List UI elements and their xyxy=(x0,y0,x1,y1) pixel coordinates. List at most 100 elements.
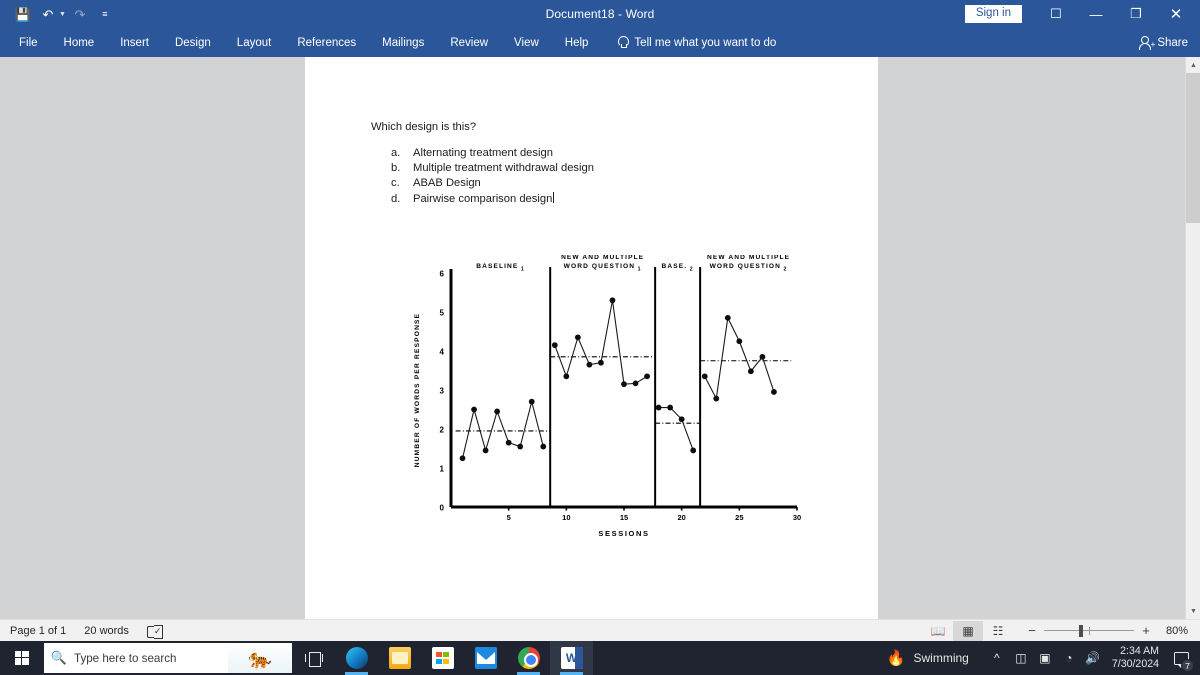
page-indicator[interactable]: Page 1 of 1 xyxy=(10,625,66,637)
scrollbar-thumb[interactable] xyxy=(1186,73,1200,223)
phase-label: NEW AND MULTIPLE xyxy=(707,255,790,261)
read-mode-icon[interactable]: 📖 xyxy=(923,621,953,641)
y-tick-label: 4 xyxy=(440,348,445,357)
text-cursor xyxy=(553,191,555,203)
screen-record-icon[interactable]: ▣ xyxy=(1033,641,1057,675)
ribbon-display-options-icon[interactable]: ☐ xyxy=(1036,0,1076,28)
task-view-icon[interactable] xyxy=(292,641,335,675)
zoom-midpoint-tick xyxy=(1089,626,1090,635)
option-text: Pairwise comparison design xyxy=(413,192,553,205)
tab-view[interactable]: View xyxy=(501,28,552,57)
search-input[interactable]: 🔍 Type here to search 🐅 xyxy=(44,643,292,673)
zoom-in-button[interactable]: + xyxy=(1141,623,1151,638)
close-icon[interactable]: ✕ xyxy=(1156,0,1196,28)
data-point xyxy=(632,380,639,387)
status-left-group: Page 1 of 1 20 words xyxy=(0,624,164,639)
word-icon[interactable]: W xyxy=(550,641,593,675)
search-placeholder: Type here to search xyxy=(74,651,177,665)
data-point xyxy=(517,443,524,450)
answer-options-list: a. Alternating treatment design b. Multi… xyxy=(371,146,851,207)
chart-canvas: 0 1 2 3 4 5 6 5 10 15 20 25 30 SESSIONS NUMBER OF WORD… xyxy=(414,255,801,538)
web-layout-icon[interactable]: ☷ xyxy=(983,621,1013,641)
search-icon: 🔍 xyxy=(50,650,68,665)
tab-help[interactable]: Help xyxy=(552,28,602,57)
clock[interactable]: 2:34 AM 7/30/2024 xyxy=(1105,645,1168,671)
tab-references[interactable]: References xyxy=(284,28,369,57)
data-point xyxy=(644,373,650,380)
word-count[interactable]: 20 words xyxy=(84,625,129,637)
zoom-slider[interactable] xyxy=(1044,624,1134,637)
tab-design[interactable]: Design xyxy=(162,28,224,57)
zoom-out-button[interactable]: − xyxy=(1027,623,1037,638)
word-icon-glyph: W xyxy=(560,647,583,669)
sign-in-button[interactable]: Sign in xyxy=(964,4,1022,24)
share-button[interactable]: + Share xyxy=(1138,28,1188,57)
wifi-icon[interactable]: ◔ xyxy=(1057,641,1081,675)
pen-battery-icon[interactable]: ◫ xyxy=(1009,641,1033,675)
tab-home[interactable]: Home xyxy=(51,28,108,57)
windows-taskbar: 🔍 Type here to search 🐅 W 🔥 Swimming ^ ◫… xyxy=(0,641,1200,675)
data-point xyxy=(724,314,731,321)
data-line xyxy=(554,300,648,385)
x-axis-label: SESSIONS xyxy=(598,529,649,538)
scroll-down-icon[interactable]: ▼ xyxy=(1186,603,1200,619)
clock-date: 7/30/2024 xyxy=(1111,658,1159,670)
option-text: ABAB Design xyxy=(413,177,481,190)
tab-layout[interactable]: Layout xyxy=(224,28,285,57)
data-point xyxy=(771,389,777,395)
data-point xyxy=(713,395,720,402)
option-marker: b. xyxy=(391,162,401,175)
list-item: c. ABAB Design xyxy=(371,176,851,191)
phase-label: BASE. 2 xyxy=(662,263,694,273)
zoom-level-label[interactable]: 80% xyxy=(1158,625,1188,637)
x-tick-label: 10 xyxy=(562,513,570,522)
zoom-slider-handle[interactable] xyxy=(1079,624,1083,637)
minimize-icon[interactable]: — xyxy=(1076,0,1116,28)
scroll-up-icon[interactable]: ▲ xyxy=(1186,57,1200,73)
status-bar: Page 1 of 1 20 words 📖 ▦ ☷ − + 80% xyxy=(0,619,1200,641)
tab-review[interactable]: Review xyxy=(437,28,501,57)
share-label: Share xyxy=(1157,36,1188,49)
tab-mailings[interactable]: Mailings xyxy=(369,28,437,57)
data-point xyxy=(482,447,489,454)
document-page[interactable]: Which design is this? a. Alternating tre… xyxy=(305,57,878,619)
weather-widget[interactable]: 🔥 Swimming xyxy=(887,651,985,666)
windows-start-icon[interactable] xyxy=(0,641,44,675)
volume-icon[interactable]: 🔊 xyxy=(1081,641,1105,675)
phase-label: BASELINE 1 xyxy=(476,263,525,273)
vertical-scrollbar[interactable]: ▲ ▼ xyxy=(1185,57,1200,619)
file-explorer-icon[interactable] xyxy=(378,641,421,675)
tell-me-search[interactable]: Tell me what you want to do xyxy=(601,36,776,49)
data-line xyxy=(658,407,694,451)
mail-icon[interactable] xyxy=(464,641,507,675)
data-point xyxy=(471,406,477,413)
data-point xyxy=(574,334,581,341)
notifications-icon[interactable]: 7 xyxy=(1168,641,1194,675)
edge-icon[interactable] xyxy=(335,641,378,675)
list-item: b. Multiple treatment withdrawal design xyxy=(371,161,851,176)
data-point xyxy=(690,447,697,454)
option-text: Multiple treatment withdrawal design xyxy=(413,162,594,175)
data-point xyxy=(655,404,662,411)
restore-icon[interactable]: ❐ xyxy=(1116,0,1156,28)
chrome-icon[interactable] xyxy=(507,641,550,675)
option-marker: c. xyxy=(391,177,400,190)
microsoft-store-icon[interactable] xyxy=(421,641,464,675)
show-hidden-icons-icon[interactable]: ^ xyxy=(985,641,1009,675)
question-text: Which design is this? xyxy=(371,121,477,133)
zoom-control: − + 80% xyxy=(1027,623,1188,638)
status-right-group: 📖 ▦ ☷ − + 80% xyxy=(923,620,1200,641)
window-controls: Sign in ☐ — ❐ ✕ xyxy=(964,0,1196,28)
data-point xyxy=(621,381,627,388)
y-axis-label: NUMBER OF WORDS PER RESPONSE xyxy=(414,313,421,468)
x-tick-label: 15 xyxy=(620,513,628,522)
proofing-errors-icon[interactable] xyxy=(146,624,164,639)
data-point xyxy=(667,404,674,411)
tab-file[interactable]: File xyxy=(6,28,51,57)
print-layout-icon[interactable]: ▦ xyxy=(953,620,983,641)
list-item: a. Alternating treatment design xyxy=(371,146,851,161)
document-text-body: Which design is this? a. Alternating tre… xyxy=(371,121,851,207)
tab-insert[interactable]: Insert xyxy=(107,28,162,57)
data-point xyxy=(598,359,604,366)
ribbon-tabs: File Home Insert Design Layout Reference… xyxy=(6,28,776,57)
